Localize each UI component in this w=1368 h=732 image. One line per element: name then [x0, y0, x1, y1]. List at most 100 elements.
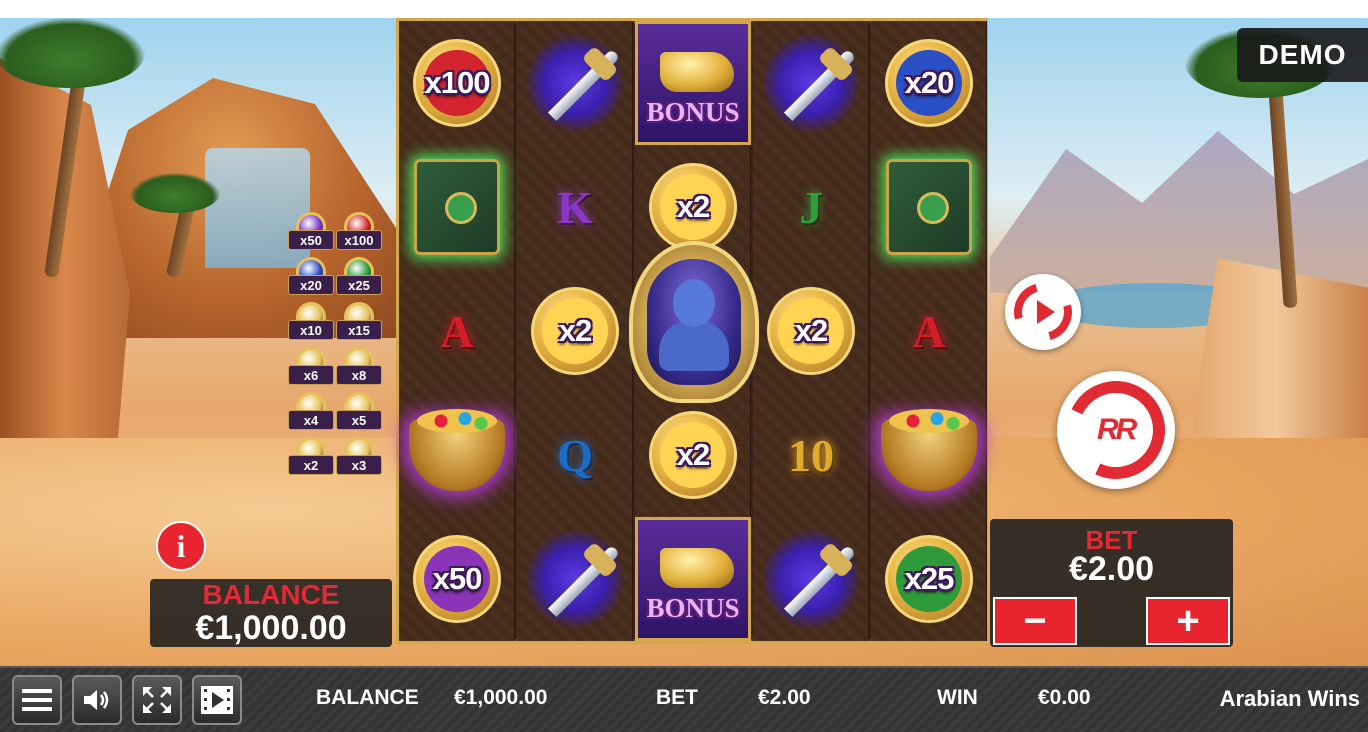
bonus-lamp-symbol: BONUS [635, 21, 751, 145]
reel-grid: x100 Ax50 Kx2 Q BONUS x2 x2 BONUS Jx2 10 x20 Ax25 [396, 18, 988, 644]
multiplier-coin-symbol: x2 [753, 269, 869, 393]
card-symbol: K [517, 145, 633, 269]
bottom-bet-label: BET [656, 686, 698, 709]
coin-icon: x100 [413, 39, 501, 127]
spin-button-label: RR [1097, 413, 1135, 446]
genie-icon [647, 259, 741, 385]
bottom-bar: BALANCE €1,000.00 BET €2.00 WIN €0.00 Ar… [0, 666, 1368, 732]
multiplier-table-label: x100 [336, 230, 382, 250]
multiplier-coin-symbol: x100 [399, 21, 515, 145]
video-icon [201, 686, 233, 714]
multiplier-table-item: x20 [288, 257, 334, 299]
card-letter: Q [557, 429, 593, 481]
balance-panel-value: €1,000.00 [195, 609, 347, 647]
multiplier-table-label: x20 [288, 275, 334, 295]
dagger-symbol [517, 21, 633, 145]
card-letter: A [440, 305, 474, 357]
coin-icon: x2 [767, 287, 855, 375]
bottom-bet-value: €2.00 [758, 686, 811, 709]
dagger-symbol [753, 21, 869, 145]
coin-icon: x25 [885, 535, 973, 623]
treasure-pot-symbol [399, 393, 515, 517]
multiplier-coin-symbol: x2 [517, 269, 633, 393]
multiplier-coin-symbol: x25 [871, 517, 987, 641]
bottom-balance-label: BALANCE [316, 686, 419, 709]
magic-lamp-icon [660, 52, 734, 92]
card-letter: K [557, 181, 593, 233]
dagger-symbol [753, 517, 869, 641]
coin-multiplier-label: x2 [794, 313, 828, 348]
video-button[interactable] [192, 675, 242, 725]
bet-panel-value: €2.00 [1068, 550, 1155, 588]
coin-multiplier-label: x20 [904, 65, 955, 100]
dagger-icon [527, 33, 623, 133]
multiplier-table-label: x15 [336, 320, 382, 340]
dagger-icon [527, 529, 623, 629]
book-icon [886, 159, 972, 255]
treasure-pot-icon [409, 409, 505, 491]
bonus-tile: BONUS [635, 517, 751, 641]
coin-multiplier-label: x50 [432, 561, 483, 596]
menu-button[interactable] [12, 675, 62, 725]
fullscreen-icon [143, 687, 171, 713]
spin-button[interactable]: RR [1053, 367, 1179, 493]
multiplier-table-label: x8 [336, 365, 382, 385]
sound-button[interactable] [72, 675, 122, 725]
multiplier-table-label: x10 [288, 320, 334, 340]
coin-multiplier-label: x100 [424, 65, 491, 100]
coin-icon: x2 [531, 287, 619, 375]
game-title: Arabian Wins [1219, 686, 1360, 711]
autoplay-button[interactable] [1003, 272, 1083, 352]
coin-multiplier-label: x2 [676, 189, 710, 224]
bottom-win-label: WIN [937, 686, 978, 709]
spell-book-symbol [399, 145, 515, 269]
coin-icon: x2 [649, 163, 737, 251]
info-button[interactable]: i [156, 521, 206, 571]
card-symbol: A [871, 269, 987, 393]
coin-multiplier-label: x2 [676, 437, 710, 472]
card-symbol: J [753, 145, 869, 269]
treasure-pot-icon [881, 409, 977, 491]
card-letter: 10 [788, 429, 834, 481]
bet-panel: BET €2.00 − + [990, 519, 1233, 647]
multiplier-table-item: x25 [336, 257, 382, 299]
card-symbol: A [399, 269, 515, 393]
bonus-tile: BONUS [635, 21, 751, 145]
decrease-bet-button[interactable]: − [993, 597, 1077, 645]
multiplier-table-item: x3 [336, 437, 382, 479]
coin-icon: x20 [885, 39, 973, 127]
multiplier-table-item: x100 [336, 212, 382, 254]
demo-badge: DEMO [1237, 28, 1368, 82]
multiplier-table-item: x5 [336, 392, 382, 434]
multiplier-table-item: x15 [336, 302, 382, 344]
genie-wild-symbol [629, 241, 759, 403]
fullscreen-button[interactable] [132, 675, 182, 725]
menu-icon [22, 689, 52, 711]
bonus-label: BONUS [646, 97, 740, 127]
palm-leaves [0, 18, 145, 88]
multiplier-table-item: x8 [336, 347, 382, 389]
card-symbol: Q [517, 393, 633, 517]
multiplier-table-label: x25 [336, 275, 382, 295]
multiplier-table-item: x4 [288, 392, 334, 434]
treasure-pot-symbol [871, 393, 987, 517]
dagger-symbol [517, 517, 633, 641]
multiplier-table-label: x4 [288, 410, 334, 430]
magic-lamp-icon [660, 548, 734, 588]
bonus-label: BONUS [646, 593, 740, 623]
card-symbol: 10 [753, 393, 869, 517]
multiplier-table-label: x50 [288, 230, 334, 250]
multiplier-table-label: x2 [288, 455, 334, 475]
coin-multiplier-label: x25 [904, 561, 955, 596]
multiplier-table-item: x6 [288, 347, 334, 389]
coin-icon: x50 [413, 535, 501, 623]
increase-bet-button[interactable]: + [1146, 597, 1230, 645]
multiplier-table-label: x6 [288, 365, 334, 385]
multiplier-coin-symbol: x50 [399, 517, 515, 641]
card-letter: A [912, 305, 946, 357]
multiplier-table-label: x3 [336, 455, 382, 475]
coin-multiplier-label: x2 [558, 313, 592, 348]
book-icon [414, 159, 500, 255]
dagger-icon [763, 529, 859, 629]
multiplier-coin-symbol: x20 [871, 21, 987, 145]
